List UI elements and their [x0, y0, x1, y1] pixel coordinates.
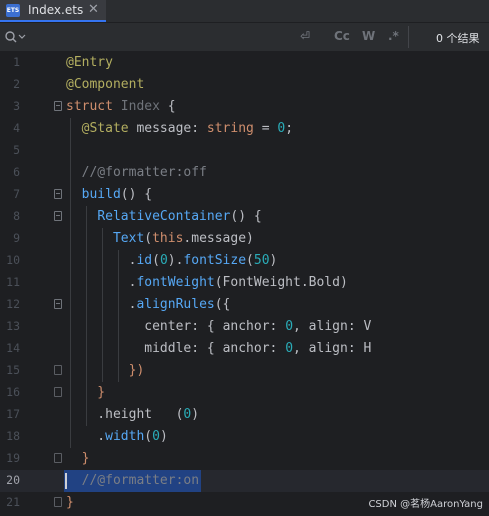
line-text: build() { — [81, 187, 153, 202]
search-icon[interactable] — [4, 29, 26, 45]
line-text: } — [66, 495, 74, 510]
line-text: .height (0) — [66, 407, 200, 422]
code-line: 5 — [0, 140, 489, 162]
line-text: } — [66, 451, 90, 466]
watermark: CSDN @茗杨AaronYang — [368, 499, 483, 510]
line-text: middle: { anchor: 0, align: H — [144, 341, 372, 356]
regex-button[interactable]: .* — [388, 29, 399, 43]
fold-end-icon[interactable] — [54, 387, 62, 397]
code-line: 13 center: { anchor: 0, align: V — [0, 316, 489, 338]
line-text: @Component — [66, 77, 145, 92]
line-number: 7 — [13, 187, 20, 201]
code-line: 1 @Entry — [0, 52, 489, 74]
line-text: //@formatter:off — [66, 165, 207, 180]
line-number: 18 — [6, 429, 20, 443]
find-bar: ⏎ Cc W .* 0 个结果 — [0, 23, 489, 52]
line-number: 2 — [13, 77, 20, 91]
code-line: 6 //@formatter:off — [0, 162, 489, 184]
code-line: 17 .height (0) — [0, 404, 489, 426]
code-line: 9 Text(this.message) — [0, 228, 489, 250]
line-text: } — [66, 385, 106, 400]
line-text: center: { anchor: 0, align: V — [144, 319, 372, 334]
fold-end-icon[interactable] — [54, 453, 62, 463]
code-line: 18 .width(0) — [0, 426, 489, 448]
code-editor[interactable]: 1 @Entry 2 @Component 3 struct Index { 4… — [0, 52, 489, 516]
text-caret — [65, 473, 67, 489]
line-text: struct Index { — [66, 99, 176, 114]
line-text: @State message: string = 0; — [81, 121, 294, 136]
line-number: 16 — [6, 385, 20, 399]
tab-label: Index.ets — [28, 3, 84, 17]
search-result-count: 0 个结果 — [436, 32, 480, 45]
line-number: 1 — [13, 55, 20, 69]
code-line: 11 .fontWeight(FontWeight.Bold) — [0, 272, 489, 294]
code-line: 7 build() { — [0, 184, 489, 206]
ets-file-icon: ETS — [6, 4, 20, 17]
line-number: 21 — [6, 495, 20, 509]
fold-end-icon[interactable] — [54, 365, 62, 375]
line-number: 20 — [6, 473, 20, 487]
line-number: 4 — [13, 121, 20, 135]
divider — [408, 26, 409, 48]
line-number: 10 — [6, 253, 20, 267]
code-line: 15 }) — [0, 360, 489, 382]
editor-tab-bar: ETS Index.ets ✕ — [0, 0, 489, 22]
line-number: 3 — [13, 99, 20, 113]
line-text: .alignRules({ — [66, 297, 231, 312]
fold-toggle-icon[interactable] — [54, 299, 62, 309]
line-number: 8 — [13, 209, 20, 223]
line-text: RelativeContainer() { — [97, 209, 262, 224]
code-line: 12 .alignRules({ — [0, 294, 489, 316]
line-text: .fontWeight(FontWeight.Bold) — [66, 275, 348, 290]
line-number: 6 — [13, 165, 20, 179]
whole-words-button[interactable]: W — [362, 29, 375, 43]
line-text: .width(0) — [66, 429, 168, 444]
line-number: 15 — [6, 363, 20, 377]
fold-toggle-icon[interactable] — [54, 101, 62, 111]
tab-index-ets[interactable]: ETS Index.ets ✕ — [0, 0, 106, 22]
close-icon[interactable]: ✕ — [88, 2, 99, 17]
fold-toggle-icon[interactable] — [54, 211, 62, 221]
code-line: 14 middle: { anchor: 0, align: H — [0, 338, 489, 360]
line-number: 17 — [6, 407, 20, 421]
code-line: 4 @State message: string = 0; — [0, 118, 489, 140]
line-text: }) — [66, 363, 145, 378]
new-line-icon[interactable]: ⏎ — [300, 29, 310, 43]
line-number: 14 — [6, 341, 20, 355]
line-number: 13 — [6, 319, 20, 333]
line-number: 11 — [6, 275, 20, 289]
line-number: 9 — [13, 231, 20, 245]
line-number: 12 — [6, 297, 20, 311]
code-line: 8 RelativeContainer() { — [0, 206, 489, 228]
fold-end-icon[interactable] — [54, 497, 62, 507]
line-text: @Entry — [66, 55, 113, 70]
code-line: 2 @Component — [0, 74, 489, 96]
code-line: 16 } — [0, 382, 489, 404]
code-line: 3 struct Index { — [0, 96, 489, 118]
line-number: 19 — [6, 451, 20, 465]
code-line: 19 } — [0, 448, 489, 470]
code-line-current: 20 //@formatter:on — [0, 470, 489, 492]
match-case-button[interactable]: Cc — [334, 29, 350, 43]
code-line: 10 .id(0).fontSize(50) — [0, 250, 489, 272]
fold-toggle-icon[interactable] — [54, 189, 62, 199]
line-text: //@formatter:on — [66, 473, 200, 488]
line-text: .id(0).fontSize(50) — [66, 253, 278, 268]
line-text: Text(this.message) — [112, 231, 254, 246]
line-number: 5 — [13, 143, 20, 157]
